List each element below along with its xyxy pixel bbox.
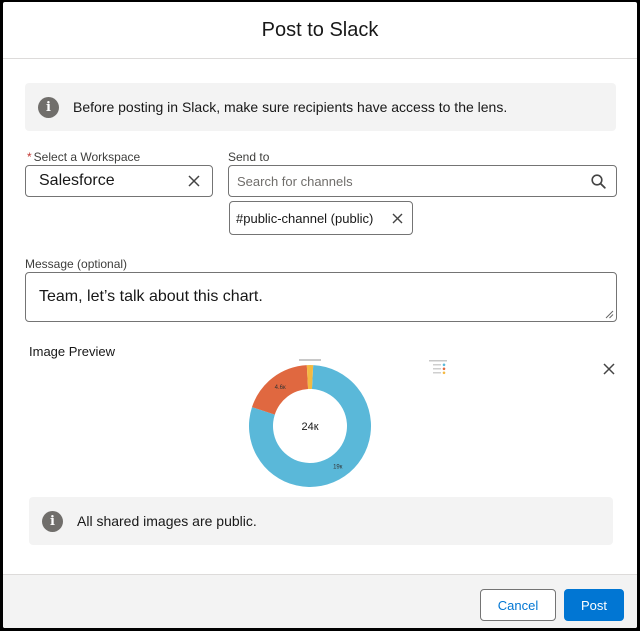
- workspace-label-text: Select a Workspace: [34, 150, 141, 164]
- slice-label: 4.6к: [275, 385, 286, 391]
- modal-header: Post to Slack: [3, 2, 637, 59]
- public-images-text: All shared images are public.: [77, 513, 257, 529]
- cancel-button[interactable]: Cancel: [480, 589, 556, 621]
- message-value: Team, let’s talk about this chart.: [39, 288, 263, 305]
- channel-pill[interactable]: #public-channel (public): [229, 201, 413, 235]
- message-textarea[interactable]: Team, let’s talk about this chart.: [25, 272, 617, 322]
- modal-title: Post to Slack: [262, 19, 379, 42]
- legend-entry: [433, 368, 441, 370]
- search-icon: [591, 174, 606, 189]
- info-icon: i: [42, 511, 63, 532]
- workspace-value: Salesforce: [26, 172, 184, 190]
- workspace-select[interactable]: Salesforce: [25, 165, 213, 197]
- legend-title-strip: [429, 360, 447, 362]
- legend-swatch: [443, 372, 446, 375]
- close-icon: [392, 213, 403, 224]
- image-preview-label: Image Preview: [29, 344, 115, 359]
- close-icon: [603, 363, 615, 375]
- legend-swatch: [443, 368, 446, 371]
- access-info-text: Before posting in Slack, make sure recip…: [73, 99, 507, 115]
- post-button[interactable]: Post: [564, 589, 624, 621]
- remove-channel-button[interactable]: [390, 208, 404, 228]
- channel-search-placeholder: Search for channels: [229, 174, 591, 189]
- clear-workspace-button[interactable]: [184, 171, 204, 191]
- message-label: Message (optional): [25, 257, 127, 271]
- access-info-banner: i Before posting in Slack, make sure rec…: [25, 83, 616, 131]
- legend-swatch: [443, 364, 446, 367]
- info-icon: i: [38, 97, 59, 118]
- slice-label: 19к: [333, 464, 343, 470]
- legend-entry: [433, 372, 441, 374]
- chart-legend: [429, 360, 447, 374]
- remove-image-button[interactable]: [599, 359, 619, 379]
- legend-entry: [433, 364, 441, 366]
- send-to-label: Send to: [228, 150, 269, 164]
- chart-preview: 24к 19к 4.6к: [233, 352, 453, 492]
- channel-pill-label: #public-channel (public): [236, 211, 390, 226]
- close-icon: [188, 175, 200, 187]
- workspace-label: *Select a Workspace: [27, 150, 140, 164]
- public-images-notice: i All shared images are public.: [29, 497, 613, 545]
- donut-center-label: 24к: [301, 421, 318, 433]
- resize-grip-icon[interactable]: [605, 310, 614, 319]
- channel-search-input[interactable]: Search for channels: [228, 165, 617, 197]
- chart-title-strip: [299, 359, 321, 361]
- required-marker: *: [27, 150, 32, 164]
- modal-footer: Cancel Post: [3, 574, 637, 628]
- post-to-slack-modal: Post to Slack i Before posting in Slack,…: [3, 2, 637, 628]
